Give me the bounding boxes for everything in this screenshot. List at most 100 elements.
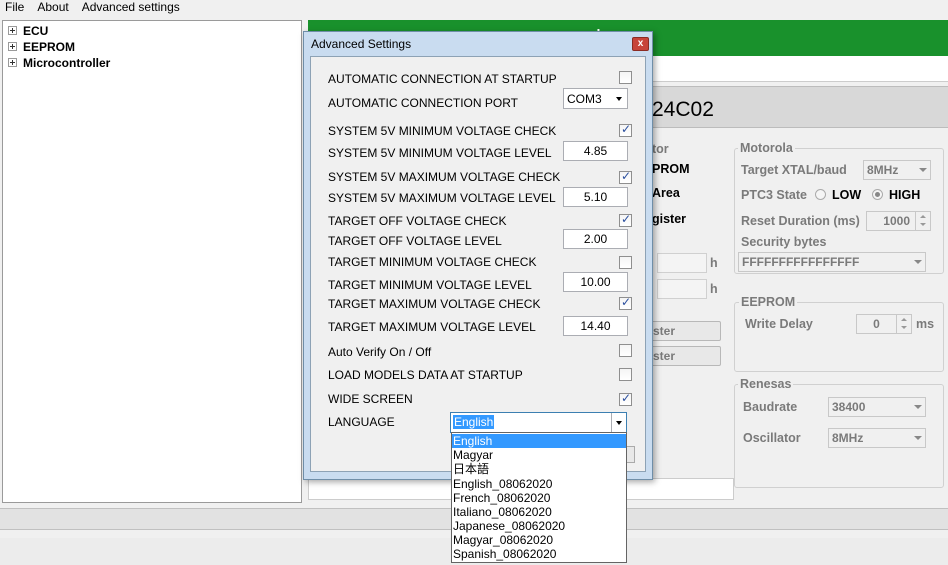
- wide-screen-label: WIDE SCREEN: [328, 392, 413, 406]
- language-value: English: [453, 415, 495, 429]
- auto-connection-label: AUTOMATIC CONNECTION AT STARTUP: [328, 72, 557, 86]
- chevron-down-icon: [919, 168, 927, 172]
- oscillator-value: 8MHz: [832, 431, 864, 445]
- tmax-checkbox[interactable]: [619, 295, 632, 310]
- baudrate-select[interactable]: 38400: [828, 397, 926, 417]
- chevron-down-icon: [612, 89, 627, 108]
- spin-arrows-icon[interactable]: [896, 315, 911, 333]
- reset-duration-label: Reset Duration (ms): [741, 214, 860, 228]
- tree-item-label: EEPROM: [23, 39, 76, 54]
- hex-suffix: h: [710, 282, 718, 296]
- baudrate-value: 38400: [832, 400, 866, 414]
- auto-connection-checkbox[interactable]: [619, 71, 632, 84]
- write-delay-spinner[interactable]: 0: [856, 314, 912, 334]
- menu-advanced-settings[interactable]: Advanced settings: [77, 0, 188, 16]
- tmax-check-label: TARGET MAXIMUM VOLTAGE CHECK: [328, 297, 541, 311]
- tree-item-ecu[interactable]: ECU: [8, 23, 48, 38]
- ptc3-high-radio[interactable]: [872, 189, 883, 200]
- group-title-partial: tor: [652, 142, 669, 156]
- language-option[interactable]: Magyar: [452, 448, 626, 462]
- hex-suffix: h: [710, 256, 718, 270]
- min5-level-input[interactable]: 4.85: [563, 141, 628, 161]
- tree-item-microcontroller[interactable]: Microcontroller: [8, 55, 110, 70]
- write-delay-label: Write Delay: [745, 317, 813, 331]
- language-dropdown: English Magyar 日本語 English_08062020 Fren…: [451, 432, 627, 563]
- port-select[interactable]: COM3: [563, 88, 628, 109]
- tree-item-label: Microcontroller: [23, 55, 111, 70]
- auto-port-label: AUTOMATIC CONNECTION PORT: [328, 96, 519, 110]
- xtal-label: Target XTAL/baud: [741, 163, 847, 177]
- min5-level-label: SYSTEM 5V MINIMUM VOLTAGE LEVEL: [328, 146, 552, 160]
- eeprom-group: [734, 302, 944, 372]
- max5-checkbox[interactable]: [619, 169, 632, 184]
- expand-icon[interactable]: [8, 26, 17, 35]
- chevron-down-icon: [914, 405, 922, 409]
- max5-level-label: SYSTEM 5V MAXIMUM VOLTAGE LEVEL: [328, 191, 556, 205]
- security-bytes-value: FFFFFFFFFFFFFFFF: [742, 255, 860, 269]
- radio-label-register: gister: [652, 212, 687, 226]
- radio-label-eeprom: PROM: [652, 162, 690, 176]
- address-input-1[interactable]: [657, 253, 707, 273]
- off-level-label: TARGET OFF VOLTAGE LEVEL: [328, 234, 502, 248]
- expand-icon[interactable]: [8, 58, 17, 67]
- spin-arrows-icon[interactable]: [915, 212, 930, 230]
- menu-file[interactable]: File: [0, 0, 32, 16]
- min5-check-label: SYSTEM 5V MINIMUM VOLTAGE CHECK: [328, 124, 557, 138]
- auto-verify-label: Auto Verify On / Off: [328, 345, 432, 359]
- off-checkbox[interactable]: [619, 212, 632, 227]
- renesas-title: Renesas: [738, 377, 794, 391]
- wide-screen-checkbox[interactable]: [619, 391, 632, 406]
- language-option[interactable]: Magyar_08062020: [452, 533, 626, 547]
- eeprom-title: EEPROM: [739, 295, 798, 309]
- write-delay-unit: ms: [916, 317, 935, 331]
- menu-about[interactable]: About: [32, 0, 76, 16]
- ptc3-low-label: LOW: [832, 188, 862, 202]
- security-bytes-label: Security bytes: [741, 235, 827, 249]
- min5-checkbox[interactable]: [619, 122, 632, 137]
- security-bytes-select[interactable]: FFFFFFFFFFFFFFFF: [738, 252, 926, 272]
- language-option[interactable]: 日本語: [452, 462, 626, 476]
- ptc3-label: PTC3 State: [741, 188, 807, 202]
- max5-check-label: SYSTEM 5V MAXIMUM VOLTAGE CHECK: [328, 170, 561, 184]
- chevron-down-icon: [914, 260, 922, 264]
- chevron-down-icon: [914, 436, 922, 440]
- port-value: COM3: [567, 92, 602, 106]
- language-option[interactable]: Italiano_08062020: [452, 505, 626, 519]
- oscillator-select[interactable]: 8MHz: [828, 428, 926, 448]
- auto-verify-checkbox[interactable]: [619, 344, 632, 357]
- reset-duration-value: 1000: [883, 214, 910, 228]
- tmin-check-label: TARGET MINIMUM VOLTAGE CHECK: [328, 255, 537, 269]
- language-option[interactable]: English: [452, 434, 626, 448]
- tree-item-label: ECU: [23, 23, 49, 38]
- language-option[interactable]: Spanish_08062020: [452, 547, 626, 561]
- address-input-2[interactable]: [657, 279, 707, 299]
- off-level-input[interactable]: 2.00: [563, 229, 628, 249]
- tmin-checkbox[interactable]: [619, 256, 632, 269]
- off-check-label: TARGET OFF VOLTAGE CHECK: [328, 214, 507, 228]
- xtal-value: 8MHz: [867, 163, 899, 177]
- language-option[interactable]: Japanese_08062020: [452, 519, 626, 533]
- radio-label-area: Area: [652, 186, 680, 200]
- chevron-down-icon[interactable]: [611, 413, 626, 432]
- language-label: LANGUAGE: [328, 415, 395, 429]
- xtal-select[interactable]: 8MHz: [863, 160, 931, 180]
- language-option[interactable]: French_08062020: [452, 491, 626, 505]
- device-tree: ECU EEPROM Microcontroller: [2, 20, 302, 503]
- load-models-checkbox[interactable]: [619, 368, 632, 381]
- motorola-title: Motorola: [738, 141, 795, 155]
- expand-icon[interactable]: [8, 42, 17, 51]
- reset-duration-spinner[interactable]: 1000: [866, 211, 931, 231]
- language-option[interactable]: English_08062020: [452, 477, 626, 491]
- ptc3-high-label: HIGH: [889, 188, 921, 202]
- language-select[interactable]: English: [450, 412, 627, 433]
- oscillator-label: Oscillator: [743, 431, 801, 445]
- max5-level-input[interactable]: 5.10: [563, 187, 628, 207]
- ptc3-low-radio[interactable]: [815, 189, 826, 200]
- tmax-level-input[interactable]: 14.40: [563, 316, 628, 336]
- tmin-level-input[interactable]: 10.00: [563, 272, 628, 292]
- device-name: 24C02: [652, 98, 714, 121]
- write-delay-value: 0: [873, 317, 880, 331]
- tmax-level-label: TARGET MAXIMUM VOLTAGE LEVEL: [328, 320, 536, 334]
- tree-item-eeprom[interactable]: EEPROM: [8, 39, 75, 54]
- load-models-label: LOAD MODELS DATA AT STARTUP: [328, 368, 523, 382]
